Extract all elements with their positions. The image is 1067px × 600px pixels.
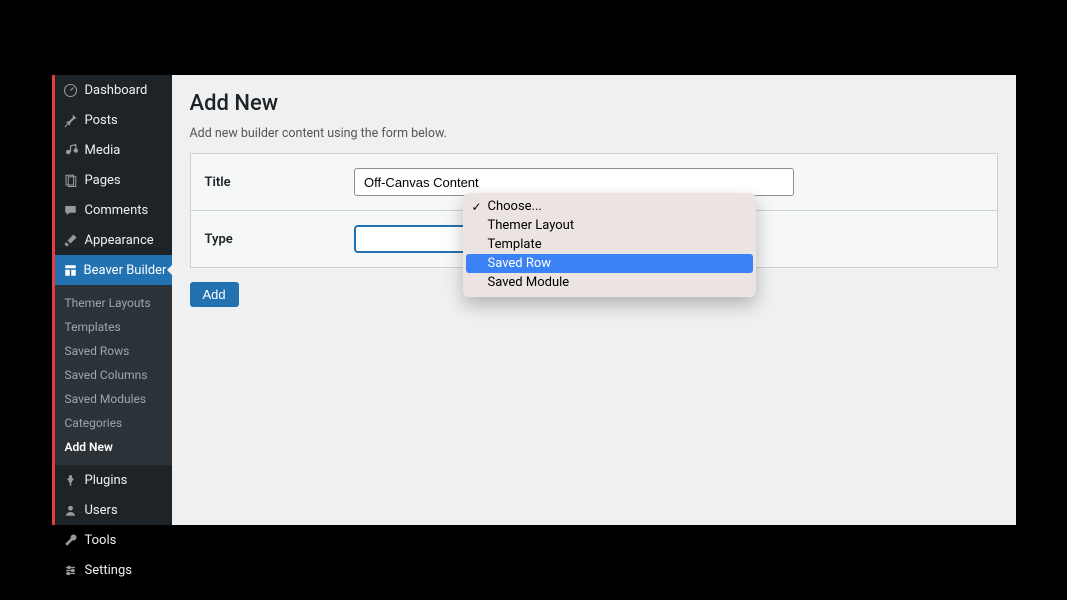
wrench-icon bbox=[63, 532, 79, 548]
admin-sidebar: Dashboard Posts Media Pages Commen bbox=[55, 75, 172, 525]
sidebar-item-comments[interactable]: Comments bbox=[55, 195, 172, 225]
comment-icon bbox=[63, 202, 79, 218]
layout-icon bbox=[63, 262, 78, 278]
type-option-saved-module[interactable]: Saved Module bbox=[466, 273, 753, 292]
dashboard-icon bbox=[63, 82, 79, 98]
brush-icon bbox=[63, 232, 79, 248]
sidebar-item-settings[interactable]: Settings bbox=[55, 555, 172, 585]
type-label: Type bbox=[190, 211, 340, 268]
sidebar-item-label: Plugins bbox=[85, 473, 128, 488]
sliders-icon bbox=[63, 562, 79, 578]
sidebar-item-label: Media bbox=[85, 143, 121, 158]
sidebar-item-label: Comments bbox=[85, 203, 149, 218]
type-option-choose[interactable]: ✓ Choose... bbox=[466, 197, 753, 216]
submenu-item-categories[interactable]: Categories bbox=[55, 411, 172, 435]
sidebar-item-media[interactable]: Media bbox=[55, 135, 172, 165]
title-label: Title bbox=[190, 154, 340, 211]
title-input[interactable] bbox=[354, 168, 794, 196]
page-title: Add New bbox=[190, 91, 998, 116]
submenu-item-templates[interactable]: Templates bbox=[55, 315, 172, 339]
sidebar-item-label: Beaver Builder bbox=[84, 263, 167, 278]
submenu-item-themer-layouts[interactable]: Themer Layouts bbox=[55, 291, 172, 315]
type-option-template[interactable]: Template bbox=[466, 235, 753, 254]
sidebar-item-plugins[interactable]: Plugins bbox=[55, 465, 172, 495]
pin-icon bbox=[63, 112, 79, 128]
sidebar-item-appearance[interactable]: Appearance bbox=[55, 225, 172, 255]
pages-icon bbox=[63, 172, 79, 188]
user-icon bbox=[63, 502, 79, 518]
main-content: Add New Add new builder content using th… bbox=[172, 75, 1016, 525]
type-option-themer-layout[interactable]: Themer Layout bbox=[466, 216, 753, 235]
sidebar-item-users[interactable]: Users bbox=[55, 495, 172, 525]
submenu-item-saved-rows[interactable]: Saved Rows bbox=[55, 339, 172, 363]
sidebar-item-label: Dashboard bbox=[85, 83, 148, 98]
sidebar-item-label: Pages bbox=[85, 173, 121, 188]
sidebar-item-label: Appearance bbox=[85, 233, 154, 248]
type-dropdown: ✓ Choose... Themer Layout Template Saved… bbox=[463, 193, 756, 297]
sidebar-item-tools[interactable]: Tools bbox=[55, 525, 172, 555]
sidebar-item-pages[interactable]: Pages bbox=[55, 165, 172, 195]
submenu-item-add-new[interactable]: Add New bbox=[55, 435, 172, 459]
page-description: Add new builder content using the form b… bbox=[190, 126, 998, 141]
sidebar-item-label: Settings bbox=[85, 563, 132, 578]
add-button[interactable]: Add bbox=[190, 282, 239, 307]
check-icon: ✓ bbox=[470, 201, 484, 213]
sidebar-item-dashboard[interactable]: Dashboard bbox=[55, 75, 172, 105]
sidebar-item-posts[interactable]: Posts bbox=[55, 105, 172, 135]
sidebar-item-beaver-builder[interactable]: Beaver Builder bbox=[55, 255, 172, 285]
sidebar-item-label: Tools bbox=[85, 533, 117, 548]
app-window: Dashboard Posts Media Pages Commen bbox=[52, 75, 1016, 525]
media-icon bbox=[63, 142, 79, 158]
submenu-item-saved-columns[interactable]: Saved Columns bbox=[55, 363, 172, 387]
type-option-saved-row[interactable]: Saved Row bbox=[466, 254, 753, 273]
plug-icon bbox=[63, 472, 79, 488]
sidebar-item-label: Users bbox=[85, 503, 118, 518]
submenu-item-saved-modules[interactable]: Saved Modules bbox=[55, 387, 172, 411]
sidebar-submenu: Themer Layouts Templates Saved Rows Save… bbox=[55, 285, 172, 465]
sidebar-item-label: Posts bbox=[85, 113, 118, 128]
